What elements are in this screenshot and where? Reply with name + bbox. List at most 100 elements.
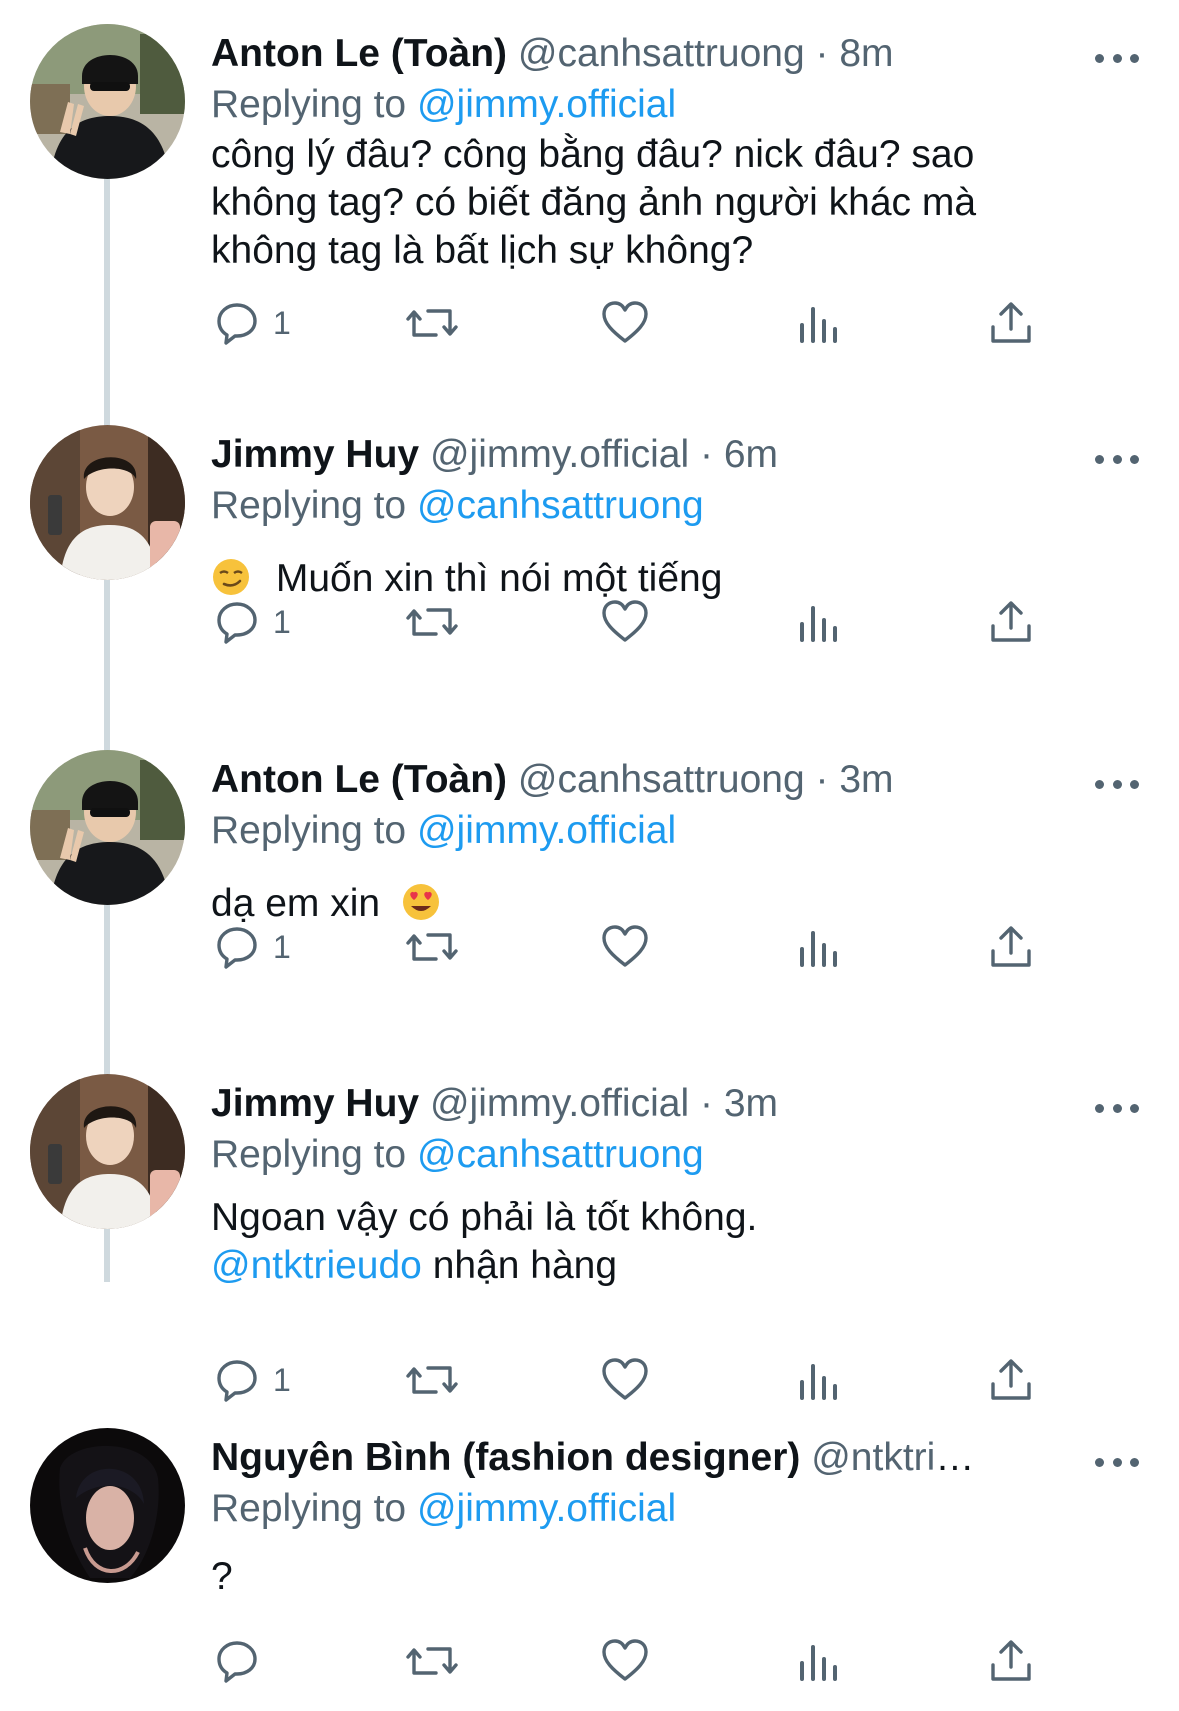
avatar-jimmy-image	[30, 425, 185, 580]
tweet[interactable]: Nguyên Bình (fashion designer) @ntktrieu…	[0, 1428, 1179, 1711]
user-handle[interactable]: @canhsattruong	[518, 758, 805, 801]
like-icon	[602, 925, 648, 967]
replying-mention-link[interactable]: @jimmy.official	[417, 809, 676, 852]
reply-icon	[217, 1360, 257, 1402]
views-icon	[800, 606, 837, 642]
tweet[interactable]: Anton Le (Toàn) @canhsattruong · 3m Repl…	[0, 750, 1179, 1050]
tweet-text-line: Ngoan vậy có phải là tốt không.	[211, 1196, 758, 1239]
tweet[interactable]: Jimmy Huy @jimmy.official · 3m Replying …	[0, 1074, 1179, 1404]
separator-dot: ·	[815, 32, 829, 75]
more-options-icon[interactable]	[1095, 1456, 1139, 1468]
reply-button[interactable]: 1	[213, 1355, 291, 1405]
like-button[interactable]	[600, 1355, 650, 1405]
tweet-text: Muốn xin thì nói một tiếng	[275, 557, 723, 600]
views-button[interactable]	[798, 1355, 842, 1405]
views-icon	[800, 307, 837, 343]
retweet-button[interactable]	[404, 1636, 460, 1686]
separator-dot: ·	[699, 433, 713, 476]
tweet-header: Nguyên Bình (fashion designer) @ntktrieu…	[211, 1434, 989, 1482]
avatar-anton-image	[30, 24, 185, 179]
views-button[interactable]	[798, 922, 842, 972]
retweet-button[interactable]	[404, 1355, 460, 1405]
avatar[interactable]	[30, 1428, 185, 1583]
share-button[interactable]	[988, 597, 1034, 647]
display-name[interactable]: Jimmy Huy	[211, 433, 419, 476]
like-button[interactable]	[600, 1636, 650, 1686]
retweet-button[interactable]	[404, 597, 460, 647]
more-options-icon[interactable]	[1095, 1102, 1139, 1114]
share-button[interactable]	[988, 1355, 1034, 1405]
share-icon	[991, 302, 1031, 343]
share-button[interactable]	[988, 298, 1034, 348]
timestamp[interactable]: 6m	[724, 433, 778, 476]
tweet-header: Jimmy Huy @jimmy.official · 3m	[211, 1080, 989, 1128]
tweet-actions	[0, 1636, 1179, 1686]
like-button[interactable]	[600, 298, 650, 348]
views-button[interactable]	[798, 298, 842, 348]
reply-button[interactable]: 1	[213, 922, 291, 972]
retweet-button[interactable]	[404, 298, 460, 348]
user-handle[interactable]: @jimmy.official	[430, 433, 689, 476]
separator-dot: ·	[699, 1082, 713, 1125]
views-button[interactable]	[798, 1636, 842, 1686]
avatar[interactable]	[30, 750, 185, 905]
timestamp[interactable]: 8m	[839, 32, 893, 75]
tweet-actions: 1	[0, 597, 1179, 647]
tweet-header: Jimmy Huy @jimmy.official · 6m	[211, 431, 989, 479]
reply-count: 1	[273, 928, 291, 965]
views-icon	[800, 931, 837, 967]
replying-mention-link[interactable]: @canhsattruong	[417, 484, 704, 527]
avatar-nguyen-image	[30, 1428, 185, 1583]
views-button[interactable]	[798, 597, 842, 647]
reply-icon	[217, 303, 257, 345]
avatar[interactable]	[30, 24, 185, 179]
replying-prefix: Replying to	[211, 484, 407, 527]
tweet[interactable]: Anton Le (Toàn) @canhsattruong · 8m Repl…	[0, 24, 1179, 384]
more-options-icon[interactable]	[1095, 453, 1139, 465]
avatar[interactable]	[30, 1074, 185, 1229]
like-button[interactable]	[600, 922, 650, 972]
replying-to: Replying to @canhsattruong	[211, 482, 704, 530]
tweet-text: dạ em xin	[211, 882, 381, 925]
retweet-icon	[406, 608, 458, 636]
replying-to: Replying to @canhsattruong	[211, 1131, 704, 1179]
replying-mention-link[interactable]: @jimmy.official	[417, 83, 676, 126]
share-icon	[991, 1640, 1031, 1681]
views-icon	[800, 1364, 837, 1400]
reply-icon	[217, 927, 257, 969]
reply-count: 1	[273, 603, 291, 640]
display-name[interactable]: Anton Le (Toàn)	[211, 758, 507, 801]
reply-button[interactable]: 1	[213, 298, 291, 348]
replying-mention-link[interactable]: @canhsattruong	[417, 1133, 704, 1176]
replying-to: Replying to @jimmy.official	[211, 81, 676, 129]
reply-button[interactable]	[213, 1636, 261, 1686]
display-name[interactable]: Anton Le (Toàn)	[211, 32, 507, 75]
replying-mention-link[interactable]: @jimmy.official	[417, 1487, 676, 1530]
avatar-anton-image	[30, 750, 185, 905]
retweet-icon	[406, 309, 458, 337]
replying-prefix: Replying to	[211, 1487, 407, 1530]
display-name[interactable]: Jimmy Huy	[211, 1082, 419, 1125]
share-button[interactable]	[988, 1636, 1034, 1686]
tweet[interactable]: Jimmy Huy @jimmy.official · 6m Replying …	[0, 425, 1179, 725]
avatar-jimmy-image	[30, 1074, 185, 1229]
user-handle[interactable]: @jimmy.official	[430, 1082, 689, 1125]
replying-to: Replying to @jimmy.official	[211, 807, 676, 855]
more-options-icon[interactable]	[1095, 778, 1139, 790]
tweet-actions: 1	[0, 1355, 1179, 1405]
like-button[interactable]	[600, 597, 650, 647]
reply-button[interactable]: 1	[213, 597, 291, 647]
display-name[interactable]: Nguyên Bình (fashion designer)	[211, 1436, 800, 1479]
user-handle[interactable]: @ntktrieu...	[811, 1436, 989, 1479]
tweet-text-rest: nhận hàng	[421, 1244, 618, 1287]
share-button[interactable]	[988, 922, 1034, 972]
timestamp[interactable]: 3m	[839, 758, 893, 801]
retweet-button[interactable]	[404, 922, 460, 972]
avatar[interactable]	[30, 425, 185, 580]
replying-prefix: Replying to	[211, 1133, 407, 1176]
user-handle[interactable]: @canhsattruong	[518, 32, 805, 75]
tweet-text-container: Ngoan vậy có phải là tốt không. @ntktrie…	[211, 1194, 1029, 1290]
mention-link[interactable]: @ntktrieudo	[211, 1244, 422, 1287]
more-options-icon[interactable]	[1095, 52, 1139, 64]
timestamp[interactable]: 3m	[724, 1082, 778, 1125]
